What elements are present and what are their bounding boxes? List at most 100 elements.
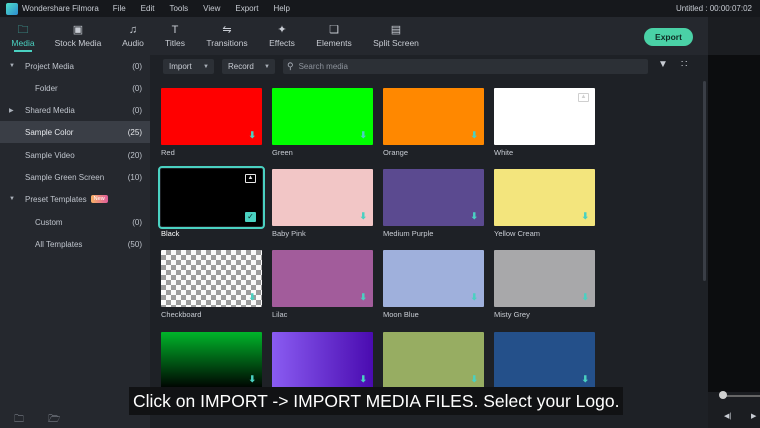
playback-scrubber[interactable]: [722, 395, 760, 397]
media-item[interactable]: ⬇ Red: [161, 88, 262, 157]
media-item-name: Medium Purple: [383, 229, 434, 238]
import-dropdown[interactable]: Import ▼: [163, 59, 214, 74]
sidebar-item-preset-templates[interactable]: ▼ Preset Templates New: [0, 188, 150, 210]
menu-export[interactable]: Export: [235, 4, 258, 13]
new-folder-icon[interactable]: 🗀: [14, 412, 24, 428]
media-thumbnail[interactable]: ⬇: [494, 169, 595, 226]
sparkle-icon: ✦: [277, 24, 287, 36]
download-icon[interactable]: ⬇: [248, 292, 256, 303]
video-subtitle: Click on IMPORT -> IMPORT MEDIA FILES. S…: [129, 387, 624, 415]
sidebar-item-project-media[interactable]: ▼ Project Media (0): [0, 55, 150, 77]
media-thumbnail[interactable]: ⬇: [383, 88, 484, 145]
tab-transitions[interactable]: ⇋ Transitions: [201, 17, 253, 55]
media-thumbnail[interactable]: ⬇: [494, 332, 595, 389]
media-item[interactable]: ⬇ Orange: [383, 88, 484, 157]
menu-view[interactable]: View: [203, 4, 220, 13]
media-item[interactable]: ⬇ Baby Pink: [272, 169, 373, 238]
checkmark-icon: ✓: [245, 212, 256, 222]
download-icon[interactable]: ⬇: [470, 374, 478, 385]
media-thumbnail[interactable]: ⬇: [272, 332, 373, 389]
tab-audio[interactable]: ♫ Audio: [116, 17, 150, 55]
media-thumbnail[interactable]: ⬇: [272, 88, 373, 145]
media-item[interactable]: ⬇: [161, 332, 262, 389]
tab-label: Audio: [122, 38, 144, 48]
filter-icon[interactable]: ▼: [658, 59, 668, 70]
tab-label: Effects: [269, 38, 295, 48]
download-icon[interactable]: ⬇: [470, 130, 478, 141]
download-icon[interactable]: ⬇: [248, 374, 256, 385]
media-item[interactable]: ⬇ Misty Grey: [494, 250, 595, 319]
tab-label: Stock Media: [54, 38, 102, 48]
media-item[interactable]: ⬇ Moon Blue: [383, 250, 484, 319]
menu-help[interactable]: Help: [273, 4, 289, 13]
media-item[interactable]: ▲ White: [494, 88, 595, 157]
media-thumbnail[interactable]: ⬇: [383, 250, 484, 307]
search-input[interactable]: ⚲ Search media: [283, 59, 648, 74]
media-sidebar: ▼ Project Media (0) Folder (0) ▶ Shared …: [0, 55, 150, 428]
media-thumbnail[interactable]: ⬇: [494, 250, 595, 307]
media-thumbnail[interactable]: ⬇: [161, 250, 262, 307]
media-thumbnail[interactable]: ⬇: [161, 88, 262, 145]
sidebar-item-sample-green-screen[interactable]: Sample Green Screen (10): [0, 166, 150, 188]
download-icon[interactable]: ⬇: [248, 130, 256, 141]
text-t-icon: T: [171, 24, 179, 36]
tab-media[interactable]: 🗀 Media: [6, 17, 40, 55]
media-item-name: Misty Grey: [494, 310, 530, 319]
media-item-name: Lilac: [272, 310, 288, 319]
sidebar-item-sample-video[interactable]: Sample Video (20): [0, 144, 150, 166]
tab-effects[interactable]: ✦ Effects: [264, 17, 300, 55]
media-item[interactable]: ⬇ Checkboard: [161, 250, 262, 319]
media-item[interactable]: ⬇ Green: [272, 88, 373, 157]
export-button[interactable]: Export: [644, 28, 693, 46]
media-item[interactable]: ▲ ✓ Black: [158, 166, 265, 238]
download-icon[interactable]: ⬇: [581, 211, 589, 222]
tab-split-screen[interactable]: ▤ Split Screen: [370, 17, 422, 55]
sidebar-item-custom[interactable]: Custom (0): [0, 211, 150, 233]
download-icon[interactable]: ⬇: [470, 292, 478, 303]
tab-stock-media[interactable]: ▣ Stock Media: [50, 17, 106, 55]
media-item[interactable]: ⬇ Yellow Cream: [494, 169, 595, 238]
download-icon[interactable]: ⬇: [581, 374, 589, 385]
media-item[interactable]: ⬇: [383, 332, 484, 389]
tab-titles[interactable]: T Titles: [158, 17, 192, 55]
media-item[interactable]: ⬇ Lilac: [272, 250, 373, 319]
menu-edit[interactable]: Edit: [141, 4, 155, 13]
media-thumbnail[interactable]: ⬇: [383, 169, 484, 226]
preview-panel: ◀| ▶: [708, 17, 760, 428]
media-item[interactable]: ⬇ Medium Purple: [383, 169, 484, 238]
sidebar-item-label: Preset Templates: [25, 194, 87, 204]
menu-file[interactable]: File: [113, 4, 126, 13]
media-thumbnail[interactable]: ⬇: [272, 250, 373, 307]
play-icon[interactable]: ▶: [751, 412, 756, 420]
sidebar-item-folder[interactable]: Folder (0): [0, 77, 150, 99]
record-label: Record: [228, 62, 254, 71]
scrubber-handle[interactable]: [719, 391, 727, 399]
sidebar-item-sample-color[interactable]: Sample Color (25): [0, 121, 150, 143]
title-bar: Wondershare Filmora File Edit Tools View…: [0, 0, 760, 17]
download-icon[interactable]: ⬇: [359, 292, 367, 303]
record-dropdown[interactable]: Record ▼: [222, 59, 275, 74]
split-screen-icon: ▤: [390, 24, 402, 36]
download-icon[interactable]: ⬇: [581, 292, 589, 303]
sidebar-item-label: Sample Video: [25, 150, 75, 160]
chevron-down-icon: ▼: [264, 63, 270, 70]
media-thumbnail[interactable]: ⬇: [383, 332, 484, 389]
folder-icon[interactable]: 🗁: [48, 412, 60, 428]
download-icon[interactable]: ⬇: [359, 130, 367, 141]
grid-view-icon[interactable]: ∷: [681, 59, 687, 70]
download-icon[interactable]: ⬇: [359, 374, 367, 385]
media-thumbnail[interactable]: ⬇: [272, 169, 373, 226]
media-scrollbar[interactable]: [703, 81, 706, 281]
media-thumbnail[interactable]: ⬇: [161, 332, 262, 389]
media-item[interactable]: ⬇: [494, 332, 595, 389]
media-item[interactable]: ⬇: [272, 332, 373, 389]
sidebar-item-all-templates[interactable]: All Templates (50): [0, 233, 150, 255]
download-icon[interactable]: ⬇: [470, 211, 478, 222]
sidebar-item-shared-media[interactable]: ▶ Shared Media (0): [0, 99, 150, 121]
media-thumbnail[interactable]: ▲ ✓: [158, 166, 265, 229]
media-thumbnail[interactable]: ▲: [494, 88, 595, 145]
tab-elements[interactable]: ❏ Elements: [312, 17, 356, 55]
step-back-icon[interactable]: ◀|: [724, 412, 731, 420]
menu-tools[interactable]: Tools: [169, 4, 188, 13]
download-icon[interactable]: ⬇: [359, 211, 367, 222]
